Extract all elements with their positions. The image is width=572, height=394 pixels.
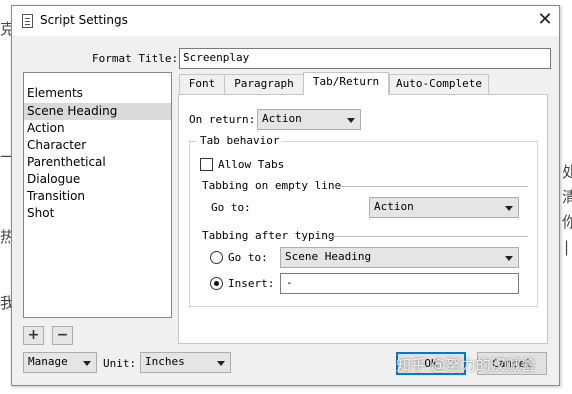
tab-tab-return[interactable]: Tab/Return: [303, 72, 389, 95]
chevron-down-icon: [347, 118, 355, 123]
list-item-action[interactable]: Action: [24, 120, 171, 137]
on-return-value: Action: [262, 112, 302, 125]
chevron-down-icon: [83, 361, 91, 366]
after-typing-insert-label: Insert:: [228, 277, 275, 290]
script-settings-dialog: Script Settings ✕ Format Title: Screenpl…: [11, 5, 560, 386]
elements-list[interactable]: Elements Scene Heading Action Character …: [23, 72, 172, 318]
chevron-down-icon: [505, 206, 513, 211]
allow-tabs-label: Allow Tabs: [218, 158, 285, 171]
tab-behavior-title: Tab behavior: [197, 134, 283, 147]
tab-auto-complete[interactable]: Auto-Complete: [389, 74, 489, 94]
on-return-dropdown[interactable]: Action: [257, 109, 361, 130]
after-typing-goto-value: Scene Heading: [285, 250, 372, 263]
watermark-text: 知乎 @努力的汉贼兽: [396, 356, 536, 374]
after-typing-goto-label: Go to:: [228, 251, 268, 264]
after-typing-goto-radio[interactable]: [210, 251, 223, 264]
background-text: |: [564, 238, 570, 256]
after-typing-goto-dropdown[interactable]: Scene Heading: [280, 247, 519, 268]
elements-list-header: Elements: [27, 86, 83, 100]
section-divider: [327, 236, 528, 237]
allow-tabs-checkbox[interactable]: [200, 158, 213, 171]
background-text: 清: [562, 188, 572, 206]
format-title-input[interactable]: Screenplay: [179, 48, 551, 69]
manage-label: Manage: [28, 355, 68, 368]
chevron-down-icon: [505, 256, 513, 261]
manage-dropdown[interactable]: Manage: [23, 352, 97, 373]
close-icon[interactable]: ✕: [535, 10, 555, 30]
chevron-down-icon: [217, 361, 225, 366]
background-text: 你: [562, 213, 572, 231]
empty-line-goto-value: Action: [374, 200, 414, 213]
list-item-parenthetical[interactable]: Parenthetical: [24, 154, 171, 171]
tab-font[interactable]: Font: [179, 74, 225, 94]
window-title: Script Settings: [40, 13, 128, 27]
list-item-transition[interactable]: Transition: [24, 188, 171, 205]
section-divider: [334, 186, 528, 187]
list-item-character[interactable]: Character: [24, 137, 171, 154]
after-typing-insert-input[interactable]: -: [280, 273, 519, 294]
unit-label: Unit:: [103, 357, 137, 370]
remove-element-button[interactable]: −: [52, 326, 73, 345]
empty-line-title: Tabbing on empty line: [202, 179, 346, 192]
after-typing-title: Tabbing after typing: [202, 229, 339, 242]
list-item-shot[interactable]: Shot: [24, 205, 171, 222]
on-return-label: On return:: [189, 113, 256, 126]
unit-dropdown[interactable]: Inches: [140, 352, 231, 373]
list-item-scene-heading[interactable]: Scene Heading: [24, 103, 171, 120]
title-bar: Script Settings ✕: [12, 6, 559, 36]
document-icon: [22, 14, 33, 28]
empty-line-goto-label: Go to:: [211, 201, 251, 214]
empty-line-goto-dropdown[interactable]: Action: [369, 197, 519, 218]
tab-paragraph[interactable]: Paragraph: [224, 74, 304, 94]
after-typing-insert-radio[interactable]: [210, 277, 223, 290]
format-title-label: Format Title:: [92, 52, 179, 65]
tab-panel: On return: Action Tab behavior Allow Tab…: [178, 94, 548, 344]
list-item-dialogue[interactable]: Dialogue: [24, 171, 171, 188]
background-text: 处: [562, 163, 572, 181]
unit-value: Inches: [145, 355, 185, 368]
add-element-button[interactable]: +: [23, 326, 44, 345]
